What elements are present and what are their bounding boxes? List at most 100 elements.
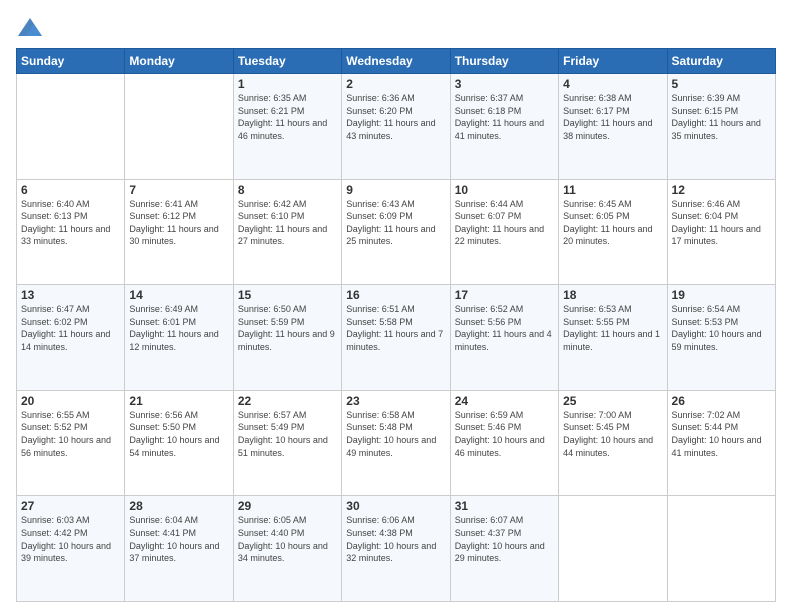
calendar-cell: 15Sunrise: 6:50 AMSunset: 5:59 PMDayligh… bbox=[233, 285, 341, 391]
calendar-cell: 22Sunrise: 6:57 AMSunset: 5:49 PMDayligh… bbox=[233, 390, 341, 496]
calendar-week-row: 20Sunrise: 6:55 AMSunset: 5:52 PMDayligh… bbox=[17, 390, 776, 496]
day-info: Sunrise: 6:38 AMSunset: 6:17 PMDaylight:… bbox=[563, 92, 662, 142]
weekday-header: Monday bbox=[125, 49, 233, 74]
calendar-table: SundayMondayTuesdayWednesdayThursdayFrid… bbox=[16, 48, 776, 602]
day-info: Sunrise: 6:59 AMSunset: 5:46 PMDaylight:… bbox=[455, 409, 554, 459]
calendar-cell bbox=[667, 496, 775, 602]
day-info: Sunrise: 6:46 AMSunset: 6:04 PMDaylight:… bbox=[672, 198, 771, 248]
calendar-cell bbox=[17, 74, 125, 180]
day-number: 13 bbox=[21, 288, 120, 302]
day-info: Sunrise: 6:35 AMSunset: 6:21 PMDaylight:… bbox=[238, 92, 337, 142]
calendar-week-row: 6Sunrise: 6:40 AMSunset: 6:13 PMDaylight… bbox=[17, 179, 776, 285]
calendar-cell: 9Sunrise: 6:43 AMSunset: 6:09 PMDaylight… bbox=[342, 179, 450, 285]
day-info: Sunrise: 6:52 AMSunset: 5:56 PMDaylight:… bbox=[455, 303, 554, 353]
day-number: 15 bbox=[238, 288, 337, 302]
day-number: 25 bbox=[563, 394, 662, 408]
calendar-week-row: 1Sunrise: 6:35 AMSunset: 6:21 PMDaylight… bbox=[17, 74, 776, 180]
day-info: Sunrise: 7:00 AMSunset: 5:45 PMDaylight:… bbox=[563, 409, 662, 459]
day-info: Sunrise: 6:51 AMSunset: 5:58 PMDaylight:… bbox=[346, 303, 445, 353]
day-info: Sunrise: 6:41 AMSunset: 6:12 PMDaylight:… bbox=[129, 198, 228, 248]
day-info: Sunrise: 6:49 AMSunset: 6:01 PMDaylight:… bbox=[129, 303, 228, 353]
day-info: Sunrise: 6:37 AMSunset: 6:18 PMDaylight:… bbox=[455, 92, 554, 142]
day-number: 31 bbox=[455, 499, 554, 513]
day-info: Sunrise: 6:45 AMSunset: 6:05 PMDaylight:… bbox=[563, 198, 662, 248]
day-number: 29 bbox=[238, 499, 337, 513]
day-info: Sunrise: 6:53 AMSunset: 5:55 PMDaylight:… bbox=[563, 303, 662, 353]
weekday-header: Sunday bbox=[17, 49, 125, 74]
weekday-header: Wednesday bbox=[342, 49, 450, 74]
day-number: 4 bbox=[563, 77, 662, 91]
calendar-cell: 6Sunrise: 6:40 AMSunset: 6:13 PMDaylight… bbox=[17, 179, 125, 285]
weekday-header: Friday bbox=[559, 49, 667, 74]
day-number: 11 bbox=[563, 183, 662, 197]
calendar-cell: 21Sunrise: 6:56 AMSunset: 5:50 PMDayligh… bbox=[125, 390, 233, 496]
day-number: 24 bbox=[455, 394, 554, 408]
day-number: 17 bbox=[455, 288, 554, 302]
calendar-cell: 5Sunrise: 6:39 AMSunset: 6:15 PMDaylight… bbox=[667, 74, 775, 180]
day-number: 18 bbox=[563, 288, 662, 302]
weekday-header: Thursday bbox=[450, 49, 558, 74]
calendar-cell: 23Sunrise: 6:58 AMSunset: 5:48 PMDayligh… bbox=[342, 390, 450, 496]
day-info: Sunrise: 6:42 AMSunset: 6:10 PMDaylight:… bbox=[238, 198, 337, 248]
calendar-cell: 18Sunrise: 6:53 AMSunset: 5:55 PMDayligh… bbox=[559, 285, 667, 391]
day-info: Sunrise: 6:55 AMSunset: 5:52 PMDaylight:… bbox=[21, 409, 120, 459]
day-number: 1 bbox=[238, 77, 337, 91]
calendar-cell: 26Sunrise: 7:02 AMSunset: 5:44 PMDayligh… bbox=[667, 390, 775, 496]
day-number: 5 bbox=[672, 77, 771, 91]
calendar-cell: 20Sunrise: 6:55 AMSunset: 5:52 PMDayligh… bbox=[17, 390, 125, 496]
calendar-cell bbox=[125, 74, 233, 180]
day-number: 20 bbox=[21, 394, 120, 408]
day-number: 21 bbox=[129, 394, 228, 408]
day-number: 22 bbox=[238, 394, 337, 408]
weekday-header: Saturday bbox=[667, 49, 775, 74]
day-info: Sunrise: 6:50 AMSunset: 5:59 PMDaylight:… bbox=[238, 303, 337, 353]
calendar-cell: 2Sunrise: 6:36 AMSunset: 6:20 PMDaylight… bbox=[342, 74, 450, 180]
calendar-cell: 31Sunrise: 6:07 AMSunset: 4:37 PMDayligh… bbox=[450, 496, 558, 602]
calendar-week-row: 13Sunrise: 6:47 AMSunset: 6:02 PMDayligh… bbox=[17, 285, 776, 391]
calendar-cell: 24Sunrise: 6:59 AMSunset: 5:46 PMDayligh… bbox=[450, 390, 558, 496]
day-info: Sunrise: 6:07 AMSunset: 4:37 PMDaylight:… bbox=[455, 514, 554, 564]
calendar-cell: 4Sunrise: 6:38 AMSunset: 6:17 PMDaylight… bbox=[559, 74, 667, 180]
day-number: 26 bbox=[672, 394, 771, 408]
calendar-cell: 28Sunrise: 6:04 AMSunset: 4:41 PMDayligh… bbox=[125, 496, 233, 602]
day-number: 9 bbox=[346, 183, 445, 197]
day-number: 12 bbox=[672, 183, 771, 197]
weekday-header: Tuesday bbox=[233, 49, 341, 74]
day-info: Sunrise: 6:03 AMSunset: 4:42 PMDaylight:… bbox=[21, 514, 120, 564]
header bbox=[16, 10, 776, 42]
day-info: Sunrise: 6:54 AMSunset: 5:53 PMDaylight:… bbox=[672, 303, 771, 353]
calendar-cell: 10Sunrise: 6:44 AMSunset: 6:07 PMDayligh… bbox=[450, 179, 558, 285]
day-info: Sunrise: 6:57 AMSunset: 5:49 PMDaylight:… bbox=[238, 409, 337, 459]
day-number: 14 bbox=[129, 288, 228, 302]
calendar-cell: 7Sunrise: 6:41 AMSunset: 6:12 PMDaylight… bbox=[125, 179, 233, 285]
day-info: Sunrise: 6:04 AMSunset: 4:41 PMDaylight:… bbox=[129, 514, 228, 564]
day-info: Sunrise: 6:56 AMSunset: 5:50 PMDaylight:… bbox=[129, 409, 228, 459]
calendar-cell: 11Sunrise: 6:45 AMSunset: 6:05 PMDayligh… bbox=[559, 179, 667, 285]
day-info: Sunrise: 6:06 AMSunset: 4:38 PMDaylight:… bbox=[346, 514, 445, 564]
logo-icon bbox=[16, 14, 44, 42]
day-number: 2 bbox=[346, 77, 445, 91]
calendar-cell: 8Sunrise: 6:42 AMSunset: 6:10 PMDaylight… bbox=[233, 179, 341, 285]
calendar-cell: 14Sunrise: 6:49 AMSunset: 6:01 PMDayligh… bbox=[125, 285, 233, 391]
day-info: Sunrise: 6:58 AMSunset: 5:48 PMDaylight:… bbox=[346, 409, 445, 459]
day-number: 7 bbox=[129, 183, 228, 197]
day-info: Sunrise: 6:43 AMSunset: 6:09 PMDaylight:… bbox=[346, 198, 445, 248]
day-info: Sunrise: 6:05 AMSunset: 4:40 PMDaylight:… bbox=[238, 514, 337, 564]
day-info: Sunrise: 6:44 AMSunset: 6:07 PMDaylight:… bbox=[455, 198, 554, 248]
day-info: Sunrise: 6:39 AMSunset: 6:15 PMDaylight:… bbox=[672, 92, 771, 142]
day-number: 10 bbox=[455, 183, 554, 197]
day-number: 3 bbox=[455, 77, 554, 91]
day-number: 8 bbox=[238, 183, 337, 197]
calendar-cell: 13Sunrise: 6:47 AMSunset: 6:02 PMDayligh… bbox=[17, 285, 125, 391]
calendar-cell: 19Sunrise: 6:54 AMSunset: 5:53 PMDayligh… bbox=[667, 285, 775, 391]
day-info: Sunrise: 6:47 AMSunset: 6:02 PMDaylight:… bbox=[21, 303, 120, 353]
calendar-body: 1Sunrise: 6:35 AMSunset: 6:21 PMDaylight… bbox=[17, 74, 776, 602]
day-info: Sunrise: 7:02 AMSunset: 5:44 PMDaylight:… bbox=[672, 409, 771, 459]
calendar-cell bbox=[559, 496, 667, 602]
calendar-cell: 30Sunrise: 6:06 AMSunset: 4:38 PMDayligh… bbox=[342, 496, 450, 602]
day-number: 30 bbox=[346, 499, 445, 513]
calendar-cell: 1Sunrise: 6:35 AMSunset: 6:21 PMDaylight… bbox=[233, 74, 341, 180]
calendar-header: SundayMondayTuesdayWednesdayThursdayFrid… bbox=[17, 49, 776, 74]
day-info: Sunrise: 6:40 AMSunset: 6:13 PMDaylight:… bbox=[21, 198, 120, 248]
calendar-cell: 12Sunrise: 6:46 AMSunset: 6:04 PMDayligh… bbox=[667, 179, 775, 285]
